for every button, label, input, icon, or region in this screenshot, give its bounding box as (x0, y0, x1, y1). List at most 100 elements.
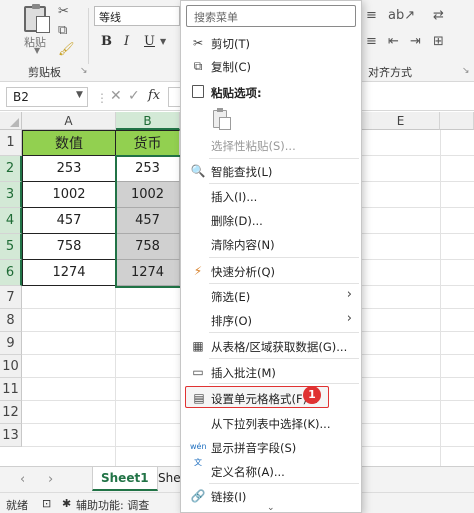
menu-item-quick-analysis[interactable]: ⚡ 快速分析(Q) (181, 260, 361, 282)
menu-item-label: 定义名称(A)... (211, 465, 285, 479)
active-cell[interactable]: 253 (116, 156, 180, 182)
table-cell[interactable]: 758 (22, 234, 116, 260)
drag-handle-icon[interactable]: ⋮ (96, 91, 108, 105)
font-name-box[interactable]: 等线 (94, 6, 180, 26)
chevron-right-icon: › (346, 287, 352, 302)
sheet-tab-sheet1[interactable]: Sheet1 (92, 467, 158, 491)
column-header-b[interactable]: B (116, 112, 180, 130)
gridline (22, 331, 180, 332)
menu-separator (209, 257, 359, 258)
chevron-down-icon[interactable]: ▼ (76, 90, 83, 100)
clipboard-icon (213, 108, 231, 130)
menu-item-paste-special[interactable]: 选择性粘贴(S)... (181, 134, 361, 156)
menu-search-input[interactable]: 搜索菜单 (186, 5, 356, 27)
column-header-a[interactable]: A (22, 112, 116, 130)
menu-item-insert-comment[interactable]: ▭ 插入批注(M) (181, 361, 361, 383)
menu-item-insert[interactable]: 插入(I)... (181, 185, 361, 207)
cancel-icon[interactable]: ✕ (110, 88, 122, 104)
row-header[interactable]: 5 (0, 234, 22, 260)
gridline (362, 400, 474, 401)
paste-button[interactable]: 粘贴 ▼ (20, 4, 56, 55)
dialog-launcher-icon[interactable]: ↘ (462, 66, 470, 76)
select-all-corner[interactable] (0, 112, 22, 130)
row-header[interactable]: 6 (0, 260, 22, 286)
selected-cell[interactable]: 1274 (116, 260, 180, 286)
menu-item-get-data[interactable]: ▦ 从表格/区域获取数据(G)... (181, 335, 361, 357)
link-icon: 🔗 (190, 489, 206, 503)
menu-item-filter[interactable]: 筛选(E) › (181, 285, 361, 307)
tab-prev-icon[interactable]: ‹ (20, 472, 25, 487)
header-cell-b[interactable]: 货币 (116, 130, 180, 156)
indent-increase-icon[interactable]: ⇥ (410, 34, 421, 49)
menu-item-label: 插入批注(M) (211, 366, 276, 380)
row-header[interactable]: 2 (0, 156, 22, 182)
merge-cells-icon[interactable]: ⊞ (433, 34, 444, 49)
format-cells-icon: ▤ (193, 391, 205, 405)
gridline (22, 354, 180, 355)
menu-separator (209, 332, 359, 333)
menu-item-clear-contents[interactable]: 清除内容(N) (181, 233, 361, 255)
copy-icon[interactable]: ⧉ (58, 23, 67, 38)
row-header[interactable]: 7 (0, 286, 22, 309)
selected-cell[interactable]: 758 (116, 234, 180, 260)
menu-item-label: 从表格/区域获取数据(G)... (211, 340, 348, 354)
indent-decrease-icon[interactable]: ⇤ (388, 34, 399, 49)
menu-item-define-name[interactable]: 定义名称(A)... (181, 460, 361, 482)
underline-button[interactable]: U (144, 34, 155, 49)
column-header-f[interactable] (440, 112, 474, 130)
menu-item-cut[interactable]: ✂ 剪切(T) (181, 32, 361, 54)
row-header[interactable]: 10 (0, 355, 22, 378)
ribbon-divider (88, 8, 89, 64)
cut-icon[interactable]: ✂ (58, 4, 69, 19)
menu-item-copy[interactable]: ⧉ 复制(C) (181, 55, 361, 77)
menu-item-label: 删除(D)... (211, 214, 263, 228)
menu-item-label: 粘贴选项: (211, 86, 262, 100)
selected-cell[interactable]: 457 (116, 208, 180, 234)
phonetic-icon: wén 文 (190, 442, 207, 467)
menu-item-sort[interactable]: 排序(O) › (181, 309, 361, 331)
row-header[interactable]: 11 (0, 378, 22, 401)
table-cell[interactable]: 253 (22, 156, 116, 182)
table-cell[interactable]: 1002 (22, 182, 116, 208)
chevron-down-icon[interactable]: ⌄ (267, 503, 275, 513)
menu-item-delete[interactable]: 删除(D)... (181, 209, 361, 231)
column-header-e[interactable]: E (362, 112, 440, 130)
gridline (362, 308, 474, 309)
gridline (115, 286, 116, 466)
paste-option-button[interactable] (211, 108, 233, 132)
orientation-icon[interactable]: ab↗ (388, 8, 415, 23)
wrap-text-icon[interactable]: ⇄ (433, 8, 444, 23)
row-header[interactable]: 12 (0, 401, 22, 424)
row-header[interactable]: 1 (0, 130, 22, 156)
row-header[interactable]: 13 (0, 424, 22, 447)
table-cell[interactable]: 457 (22, 208, 116, 234)
row-header[interactable]: 3 (0, 182, 22, 208)
header-cell-a[interactable]: 数值 (22, 130, 116, 156)
dialog-launcher-icon[interactable]: ↘ (80, 66, 88, 76)
align-top-icon[interactable]: ≡ (366, 8, 377, 23)
selected-cell[interactable]: 1002 (116, 182, 180, 208)
row-header[interactable]: 9 (0, 332, 22, 355)
tab-next-icon[interactable]: › (48, 472, 53, 487)
row-header[interactable]: 4 (0, 208, 22, 234)
chevron-down-icon[interactable]: ▼ (160, 37, 166, 46)
macro-record-icon[interactable]: ⊡ (42, 497, 51, 510)
clipboard-icon (24, 4, 50, 33)
quick-analysis-icon: ⚡ (193, 264, 203, 278)
check-icon[interactable]: ✓ (128, 88, 140, 104)
menu-item-smart-lookup[interactable]: 🔍 智能查找(L) (181, 160, 361, 182)
bold-button[interactable]: B (101, 34, 112, 49)
accessibility-status[interactable]: 辅助功能: 调查 (76, 497, 149, 513)
row-header[interactable]: 8 (0, 309, 22, 332)
menu-item-phonetic[interactable]: wén 文 显示拼音字段(S) (181, 436, 361, 467)
chevron-right-icon: › (346, 311, 352, 326)
italic-button[interactable]: I (124, 34, 129, 49)
table-cell[interactable]: 1274 (22, 260, 116, 286)
context-menu: 搜索菜单 ✂ 剪切(T) ⧉ 复制(C) 粘贴选项: 选择性粘贴(S)... 🔍… (180, 0, 362, 513)
menu-item-pick-from-list[interactable]: 从下拉列表中选择(K)... (181, 412, 361, 434)
gridline (362, 259, 474, 260)
format-painter-icon[interactable]: 🖌 (58, 42, 75, 57)
align-left-icon[interactable]: ≡ (366, 34, 377, 49)
accessibility-icon[interactable]: ✱ (62, 497, 71, 510)
insert-function-button[interactable]: fx (148, 88, 160, 103)
